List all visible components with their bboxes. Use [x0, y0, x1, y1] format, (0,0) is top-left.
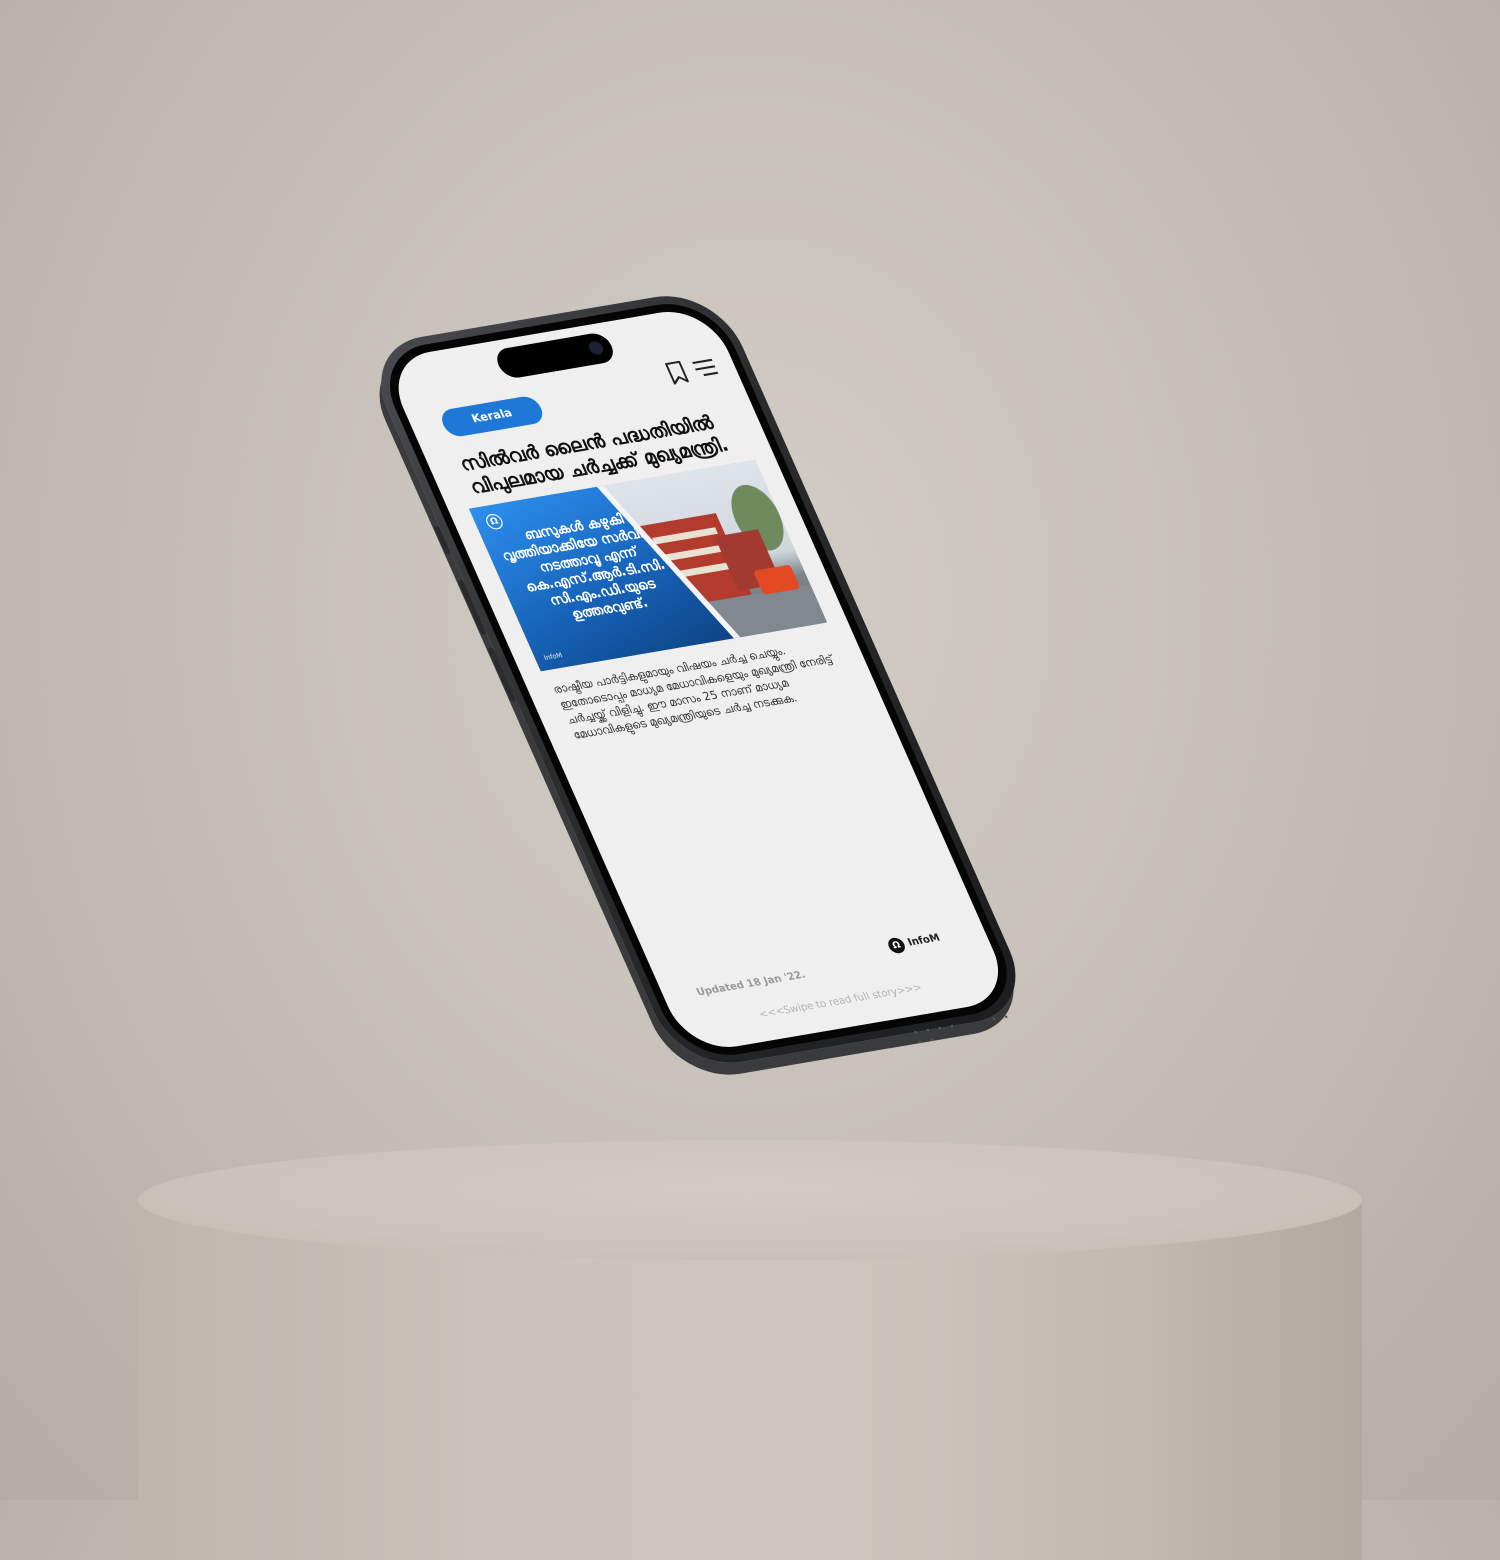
bookmark-icon[interactable] — [664, 360, 691, 385]
pedestal-top — [138, 1140, 1362, 1260]
category-chip[interactable]: Kerala — [437, 394, 547, 439]
brand-name: InfoM — [905, 932, 942, 949]
menu-icon[interactable] — [691, 357, 720, 378]
updated-timestamp: Updated 18 Jan '22. — [694, 969, 808, 999]
infom-logo-icon: Ω — [885, 936, 908, 954]
camera-icon — [586, 340, 606, 356]
infom-logo-icon: Ω — [483, 513, 505, 531]
phone-mockup: Kerala സിൽവർ ലൈൻ പദ്ധതിയിൽ വിപുലമായ ചർച്… — [360, 286, 1037, 1073]
brand-mark: Ω InfoM — [884, 926, 944, 955]
phone-screen: Kerala സിൽവർ ലൈൻ പദ്ധതിയിൽ വിപുലമായ ചർച്… — [382, 304, 1015, 1055]
dynamic-island — [492, 331, 618, 380]
pedestal — [138, 1140, 1362, 1560]
image-watermark: InfoM — [542, 651, 565, 663]
